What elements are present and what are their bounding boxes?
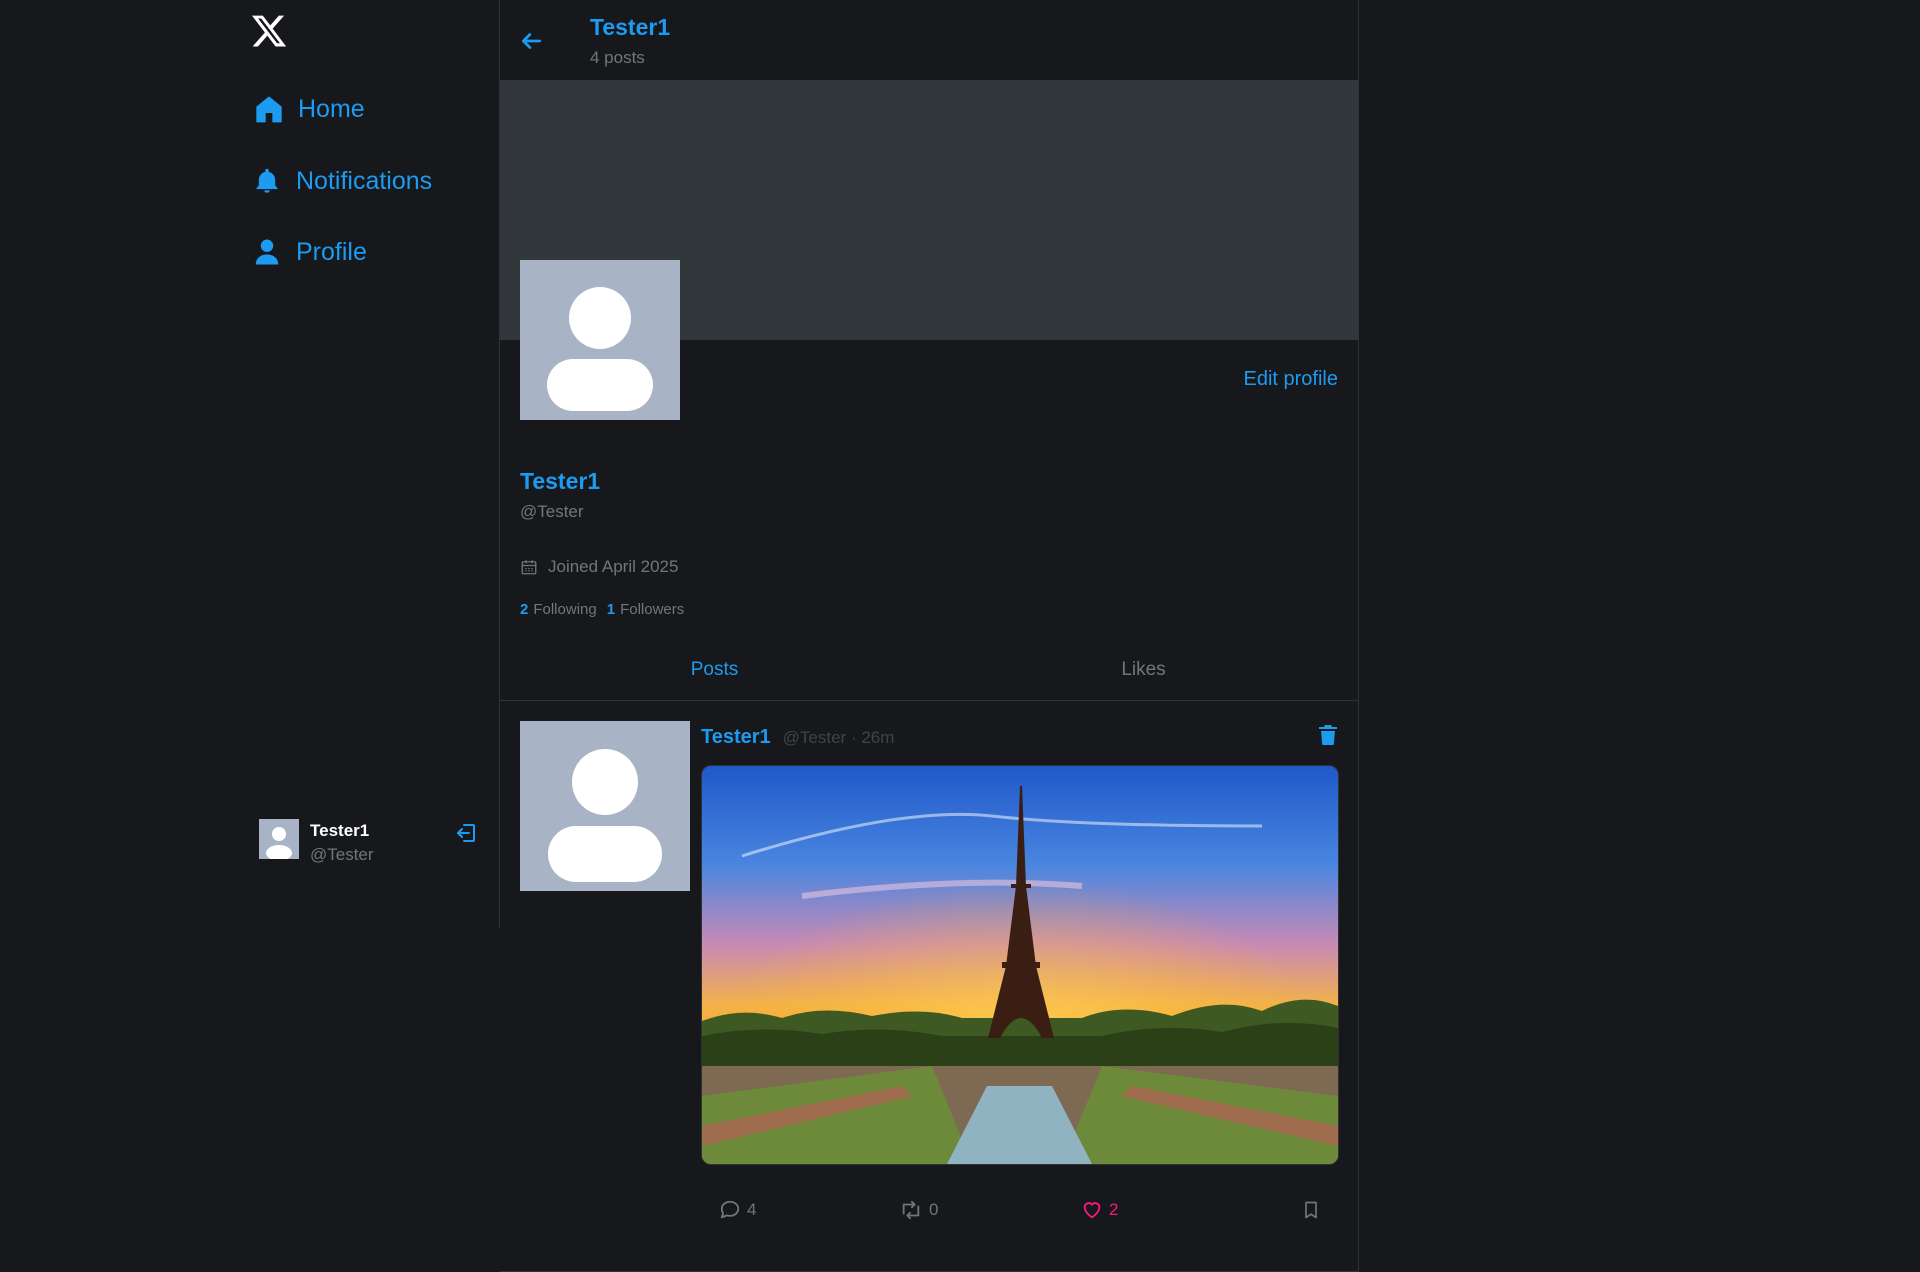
joined-date: Joined April 2025 bbox=[520, 557, 678, 577]
follow-stats: 2 Following 1 Followers bbox=[520, 601, 684, 618]
profile-name: Tester1 bbox=[520, 468, 601, 494]
trash-icon[interactable] bbox=[1316, 723, 1340, 747]
followers-count: 1 bbox=[606, 601, 616, 618]
post-author[interactable]: Tester1 bbox=[701, 726, 771, 749]
account-handle: @Tester bbox=[310, 845, 374, 864]
post-actions: 4 0 2 bbox=[701, 1199, 1337, 1233]
back-arrow-icon[interactable] bbox=[518, 28, 544, 54]
reply-count: 4 bbox=[747, 1200, 757, 1219]
like-button[interactable]: 2 bbox=[1081, 1199, 1118, 1221]
user-icon bbox=[250, 235, 284, 269]
x-logo-icon[interactable] bbox=[250, 12, 288, 50]
profile-column: Tester1 4 posts Edit profile Tester1 @Te… bbox=[500, 0, 1358, 1272]
tab-posts[interactable]: Posts bbox=[500, 640, 929, 700]
nav-profile-label: Profile bbox=[296, 237, 367, 266]
like-count: 2 bbox=[1109, 1200, 1119, 1219]
retweet-count: 0 bbox=[929, 1200, 939, 1219]
followers-link[interactable]: 1 Followers bbox=[607, 601, 685, 618]
post-avatar[interactable] bbox=[520, 721, 690, 891]
home-icon bbox=[252, 92, 286, 126]
comment-icon bbox=[720, 1200, 740, 1219]
heart-icon bbox=[1083, 1202, 1101, 1219]
tab-likes[interactable]: Likes bbox=[929, 640, 1358, 700]
post-meta: @Tester · 26m bbox=[782, 728, 895, 747]
edit-profile-button[interactable]: Edit profile bbox=[1244, 368, 1339, 391]
bookmark-icon bbox=[1305, 1201, 1317, 1219]
nav-home-label: Home bbox=[298, 94, 365, 123]
post-header: Tester1 @Tester · 26m bbox=[701, 726, 894, 749]
avatar bbox=[259, 819, 299, 859]
profile-header: Tester1 4 posts bbox=[500, 0, 1358, 80]
joined-text: Joined April 2025 bbox=[548, 557, 679, 576]
account-switcher[interactable]: Tester1 @Tester bbox=[259, 817, 481, 864]
bookmark-button[interactable] bbox=[1301, 1199, 1327, 1221]
sidebar: Home Notifications Profile Tester1 @Test… bbox=[0, 0, 499, 928]
column-divider bbox=[1358, 0, 1359, 1272]
following-label: Following bbox=[533, 601, 597, 618]
nav-notifications[interactable]: Notifications bbox=[250, 164, 432, 198]
post[interactable]: Tester1 @Tester · 26m 4 0 2 bbox=[500, 701, 1358, 1272]
retweet-icon bbox=[902, 1200, 920, 1220]
profile-handle: @Tester bbox=[520, 502, 584, 521]
post-count: 4 posts bbox=[590, 48, 645, 67]
calendar-icon bbox=[521, 560, 537, 575]
reply-button[interactable]: 4 bbox=[719, 1199, 756, 1221]
bell-icon bbox=[250, 164, 284, 198]
profile-avatar bbox=[520, 260, 680, 420]
nav-profile[interactable]: Profile bbox=[250, 235, 367, 269]
profile-tabs: Posts Likes bbox=[500, 640, 1358, 701]
following-link[interactable]: 2 Following bbox=[520, 601, 597, 618]
post-image[interactable] bbox=[701, 765, 1339, 1165]
nav-notifications-label: Notifications bbox=[296, 166, 433, 195]
followers-label: Followers bbox=[620, 601, 685, 618]
retweet-button[interactable]: 0 bbox=[899, 1199, 938, 1221]
account-name: Tester1 bbox=[310, 821, 370, 840]
logout-icon[interactable] bbox=[455, 821, 479, 845]
following-count: 2 bbox=[520, 601, 529, 618]
page-title: Tester1 bbox=[590, 14, 671, 40]
nav-home[interactable]: Home bbox=[252, 92, 365, 126]
